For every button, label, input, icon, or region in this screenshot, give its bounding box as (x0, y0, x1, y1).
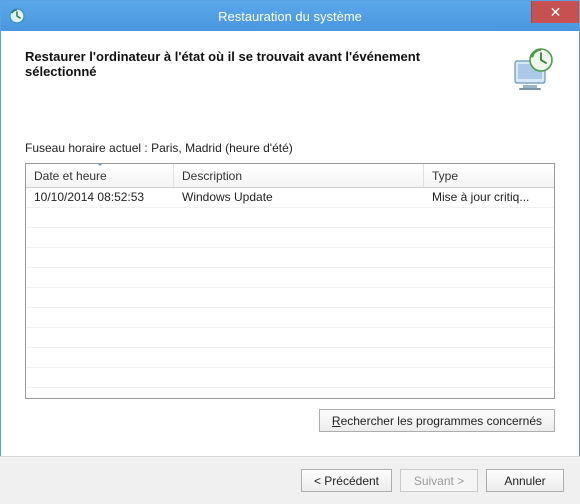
table-row[interactable] (26, 328, 554, 348)
column-date[interactable]: Date et heure (26, 164, 174, 187)
table-row[interactable] (26, 208, 554, 228)
window-title: Restauration du système (218, 9, 362, 24)
cell-type: Mise à jour critiq... (424, 188, 554, 207)
cancel-button[interactable]: Annuler (486, 469, 564, 492)
back-button[interactable]: < Précédent (301, 469, 392, 492)
table-body: 10/10/2014 08:52:53 Windows Update Mise … (26, 188, 554, 388)
system-restore-icon (9, 8, 25, 24)
restore-points-table[interactable]: Date et heure Description Type 10/10/201… (25, 163, 555, 399)
titlebar: Restauration du système ✕ (1, 1, 579, 31)
restore-large-icon (505, 45, 555, 95)
table-row[interactable] (26, 268, 554, 288)
table-row[interactable] (26, 228, 554, 248)
sort-desc-icon (96, 163, 104, 166)
next-button[interactable]: Suivant > (400, 469, 478, 492)
close-button[interactable]: ✕ (531, 1, 579, 23)
column-description[interactable]: Description (174, 164, 424, 187)
column-type[interactable]: Type (424, 164, 554, 187)
close-icon: ✕ (550, 4, 562, 21)
content-area: Fuseau horaire actuel : Paris, Madrid (h… (1, 101, 579, 432)
table-row[interactable] (26, 248, 554, 268)
table-row[interactable] (26, 308, 554, 328)
table-header: Date et heure Description Type (26, 164, 554, 188)
scan-programs-button[interactable]: Rechercher les programmes concernés (319, 409, 555, 432)
cell-description: Windows Update (174, 188, 424, 207)
table-row[interactable]: 10/10/2014 08:52:53 Windows Update Mise … (26, 188, 554, 208)
timezone-label: Fuseau horaire actuel : Paris, Madrid (h… (25, 141, 555, 155)
wizard-footer: < Précédent Suivant > Annuler (0, 456, 580, 504)
page-title: Restaurer l'ordinateur à l'état où il se… (25, 45, 493, 79)
header-section: Restaurer l'ordinateur à l'état où il se… (1, 31, 579, 101)
cell-date: 10/10/2014 08:52:53 (26, 188, 174, 207)
table-row[interactable] (26, 288, 554, 308)
table-row[interactable] (26, 368, 554, 388)
table-row[interactable] (26, 348, 554, 368)
